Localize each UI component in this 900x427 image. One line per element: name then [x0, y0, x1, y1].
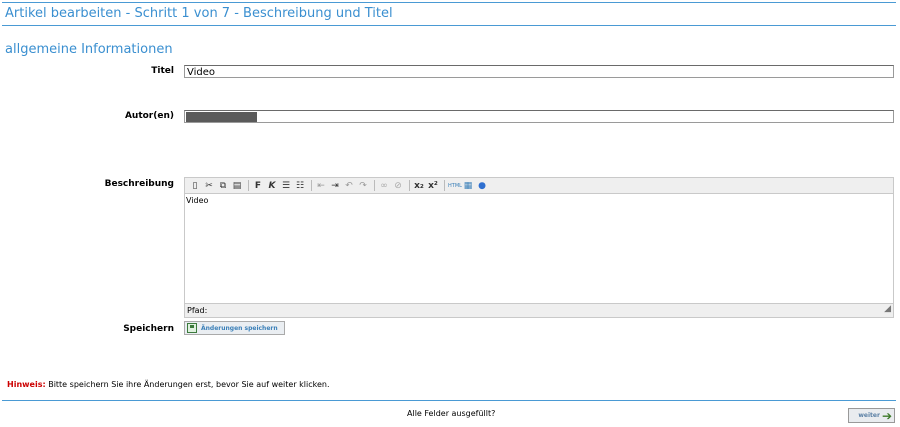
unlink-icon[interactable]: ⊘: [392, 180, 404, 192]
cut-icon[interactable]: ✂: [203, 180, 215, 192]
new-doc-icon[interactable]: ▯: [189, 180, 201, 192]
author-selection: [186, 112, 257, 122]
table-icon[interactable]: ▦: [462, 180, 474, 192]
author-input[interactable]: [184, 110, 894, 123]
title-input[interactable]: Video: [184, 65, 894, 78]
page-title: Artikel bearbeiten - Schritt 1 von 7 - B…: [5, 6, 393, 21]
save-button-label: Änderungen speichern: [201, 324, 278, 332]
superscript-icon[interactable]: x²: [427, 180, 439, 192]
arrow-right-icon: ➔: [881, 408, 892, 423]
paste-icon[interactable]: ▤: [231, 180, 243, 192]
toolbar-separator: [409, 180, 410, 191]
editor-content[interactable]: Video: [186, 196, 208, 205]
editor-toolbar: ▯ ✂ ⧉ ▤ F K ☰ ☷ ⇤ ⇥ ↶ ↷ ∞ ⊘ x₂ x² HTML ▦…: [185, 178, 893, 194]
toolbar-separator: [311, 180, 312, 191]
header-bar: Artikel bearbeiten - Schritt 1 von 7 - B…: [2, 2, 896, 26]
completion-question: Alle Felder ausgefüllt?: [407, 409, 496, 418]
hint-message: Hinweis: Bitte speichern Sie ihre Änderu…: [7, 380, 330, 389]
footer-divider: [2, 400, 896, 401]
toolbar-separator: [444, 180, 445, 191]
description-label: Beschreibung: [104, 179, 174, 189]
bullet-list-icon[interactable]: ☰: [280, 180, 292, 192]
next-button-label: weiter: [858, 412, 880, 419]
help-icon[interactable]: ●: [476, 180, 488, 192]
section-title: allgemeine Informationen: [5, 42, 173, 57]
save-icon: [187, 323, 197, 333]
editor-statusbar: Pfad: ◢: [185, 303, 893, 317]
hint-key: Hinweis:: [7, 380, 46, 389]
copy-icon[interactable]: ⧉: [217, 180, 229, 192]
link-icon[interactable]: ∞: [378, 180, 390, 192]
redo-icon[interactable]: ↷: [357, 180, 369, 192]
resize-grip-icon[interactable]: ◢: [884, 302, 891, 316]
save-changes-button[interactable]: Änderungen speichern: [184, 321, 285, 335]
subscript-icon[interactable]: x₂: [413, 180, 425, 192]
description-editor[interactable]: ▯ ✂ ⧉ ▤ F K ☰ ☷ ⇤ ⇥ ↶ ↷ ∞ ⊘ x₂ x² HTML ▦…: [184, 177, 894, 318]
indent-icon[interactable]: ⇥: [329, 180, 341, 192]
next-button[interactable]: weiter ➔: [848, 408, 895, 423]
numbered-list-icon[interactable]: ☷: [294, 180, 306, 192]
toolbar-separator: [248, 180, 249, 191]
italic-icon[interactable]: K: [266, 180, 278, 192]
editor-path-label: Pfad:: [187, 306, 208, 315]
undo-icon[interactable]: ↶: [343, 180, 355, 192]
html-icon[interactable]: HTML: [448, 180, 462, 192]
save-label: Speichern: [123, 324, 174, 334]
author-label: Autor(en): [124, 111, 174, 121]
hint-text: Bitte speichern Sie ihre Änderungen erst…: [45, 380, 330, 389]
outdent-icon[interactable]: ⇤: [315, 180, 327, 192]
title-label: Titel: [151, 66, 174, 76]
bold-icon[interactable]: F: [252, 180, 264, 192]
toolbar-separator: [374, 180, 375, 191]
